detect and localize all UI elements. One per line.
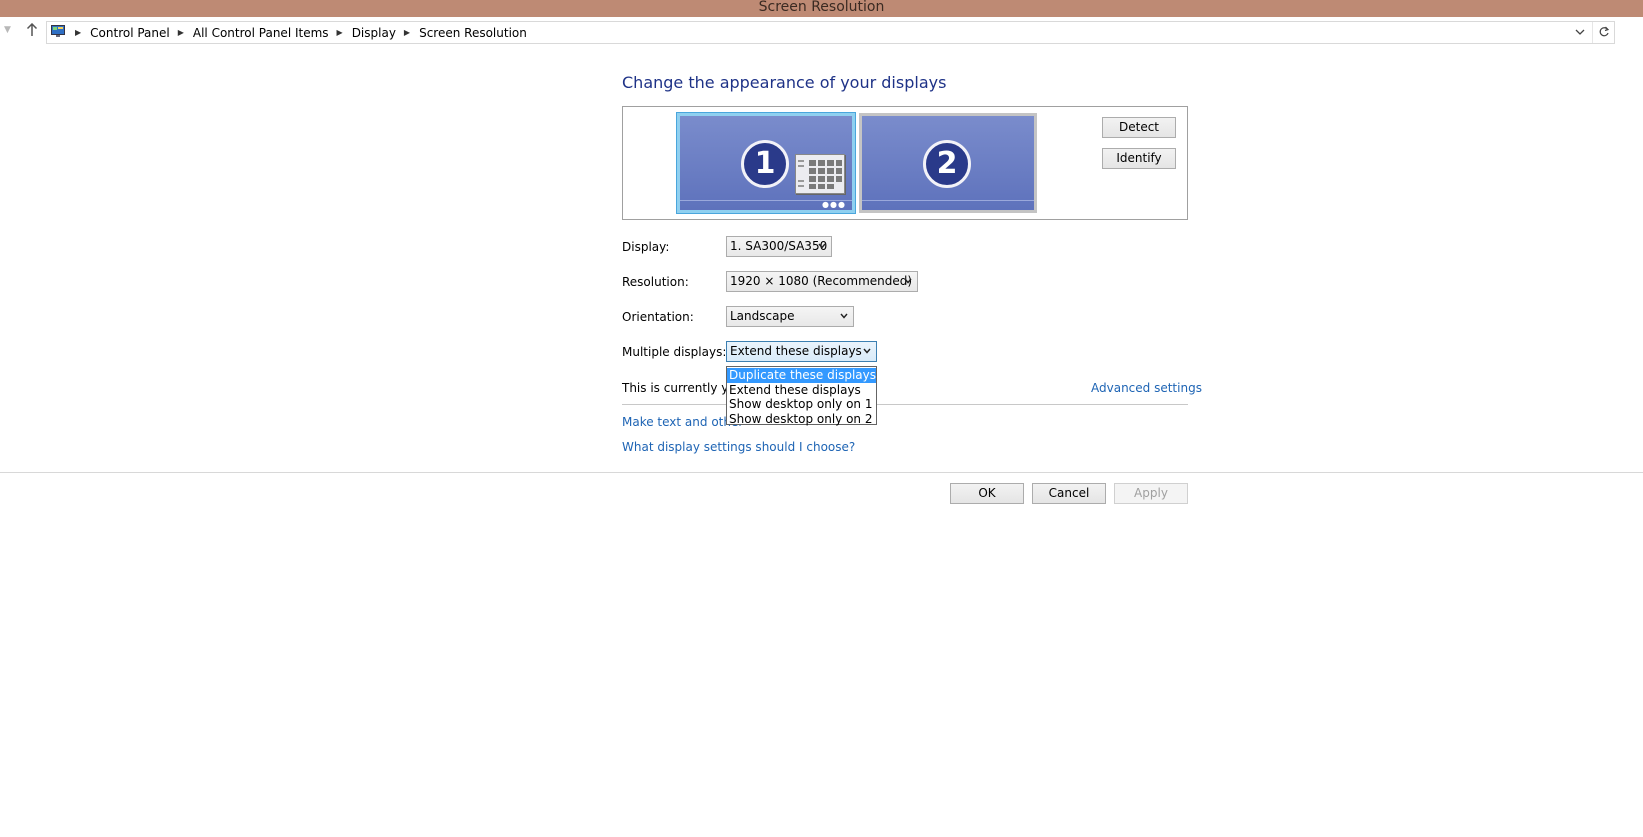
resolution-select[interactable]: 1920 × 1080 (Recommended) — [726, 271, 918, 292]
multiple-displays-label: Multiple displays: — [622, 345, 727, 359]
identify-button[interactable]: Identify — [1102, 148, 1176, 169]
option-desktop-only-2[interactable]: Show desktop only on 2 — [727, 412, 876, 427]
monitor-1[interactable]: 1 ●●● — [677, 113, 855, 213]
orientation-select-value: Landscape — [730, 309, 795, 323]
display-label: Display: — [622, 240, 670, 254]
taskbar — [862, 200, 1034, 210]
option-extend[interactable]: Extend these displays — [727, 383, 876, 398]
page-title: Change the appearance of your displays — [622, 73, 947, 92]
orientation-select[interactable]: Landscape — [726, 306, 854, 327]
monitor-1-number: 1 — [741, 140, 789, 188]
up-arrow-icon[interactable] — [26, 22, 38, 41]
cancel-button[interactable]: Cancel — [1032, 483, 1106, 504]
option-duplicate[interactable]: Duplicate these displays — [727, 368, 876, 383]
chevron-down-icon — [818, 243, 826, 249]
advanced-settings-link[interactable]: Advanced settings — [1091, 381, 1202, 395]
chevron-down-icon — [863, 348, 871, 354]
resolution-label: Resolution: — [622, 275, 689, 289]
display-settings-help-link[interactable]: What display settings should I choose? — [622, 440, 855, 454]
more-icon: ●●● — [822, 200, 846, 209]
refresh-icon[interactable] — [1592, 22, 1614, 43]
control-panel-icon — [51, 25, 65, 37]
footer-divider — [0, 472, 1643, 473]
apply-button[interactable]: Apply — [1114, 483, 1188, 504]
breadcrumb-control-panel[interactable]: Control Panel — [90, 26, 170, 40]
monitor-2-number: 2 — [923, 140, 971, 188]
multiple-displays-select[interactable]: Extend these displays — [726, 341, 877, 362]
detect-button[interactable]: Detect — [1102, 117, 1176, 138]
breadcrumb-screen-resolution[interactable]: Screen Resolution — [419, 26, 527, 40]
start-screen-tiles-icon — [795, 154, 845, 194]
breadcrumb-separator-icon[interactable]: ▶ — [75, 28, 81, 37]
window-title: Screen Resolution — [0, 0, 1643, 17]
recent-locations-chevron-icon[interactable]: ▼ — [4, 25, 11, 35]
monitor-2[interactable]: 2 — [859, 113, 1037, 213]
chevron-down-icon — [904, 278, 912, 284]
resolution-select-value: 1920 × 1080 (Recommended) — [730, 274, 913, 288]
display-select-value: 1. SA300/SA350 — [730, 239, 828, 253]
option-desktop-only-1[interactable]: Show desktop only on 1 — [727, 397, 876, 412]
breadcrumb-separator-icon[interactable]: ▶ — [404, 28, 410, 37]
ok-button[interactable]: OK — [950, 483, 1024, 504]
orientation-label: Orientation: — [622, 310, 694, 324]
divider — [622, 404, 1188, 405]
multiple-displays-select-value: Extend these displays — [730, 344, 862, 358]
multiple-displays-dropdown: Duplicate these displays Extend these di… — [726, 366, 877, 425]
breadcrumb-display[interactable]: Display — [352, 26, 396, 40]
navigation-bar: ▼ ▶ Control Panel ▶ All Control Panel It… — [0, 17, 1643, 47]
monitor-arrangement-panel: 1 ●●● 2 Detect Identify — [622, 106, 1188, 220]
address-bar[interactable]: ▶ Control Panel ▶ All Control Panel Item… — [46, 21, 1615, 44]
chevron-down-icon[interactable] — [1573, 25, 1587, 39]
breadcrumb-separator-icon[interactable]: ▶ — [337, 28, 343, 37]
breadcrumb: ▶ Control Panel ▶ All Control Panel Item… — [67, 22, 527, 43]
display-select[interactable]: 1. SA300/SA350 — [726, 236, 832, 257]
breadcrumb-all-items[interactable]: All Control Panel Items — [193, 26, 329, 40]
chevron-down-icon — [840, 313, 848, 319]
breadcrumb-separator-icon[interactable]: ▶ — [178, 28, 184, 37]
